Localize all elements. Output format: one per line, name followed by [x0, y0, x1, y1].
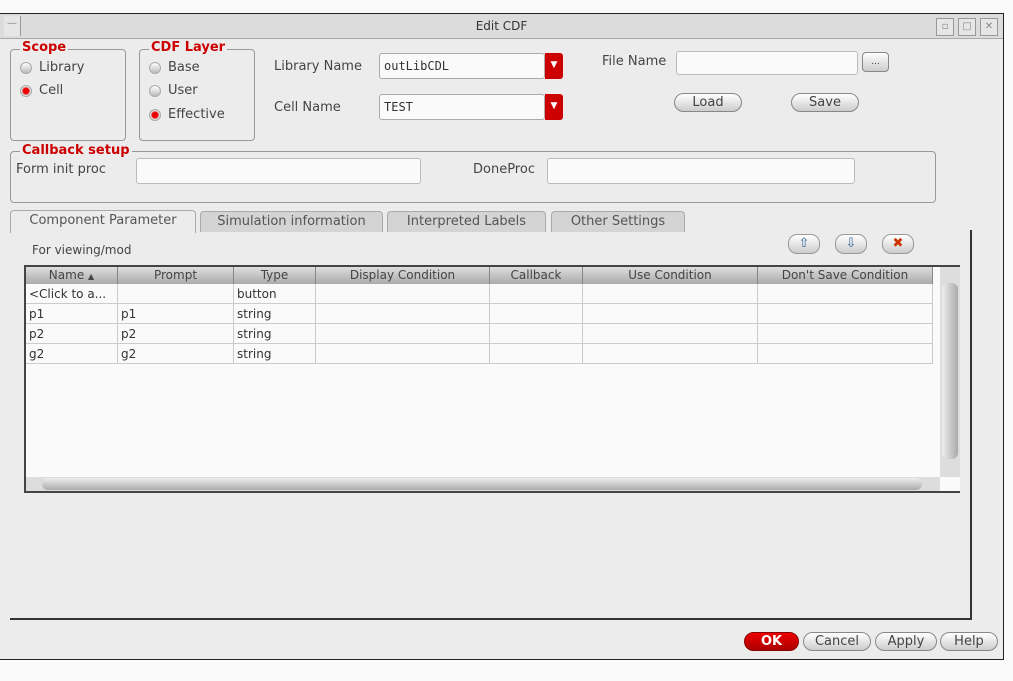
save-button[interactable]: Save [791, 93, 859, 112]
column-header-use-condition[interactable]: Use Condition [583, 267, 758, 284]
table-cell[interactable]: g2 [118, 344, 234, 364]
cancel-button[interactable]: Cancel [803, 632, 871, 651]
panel-hint: For viewing/mod [32, 243, 132, 257]
column-header-prompt[interactable]: Prompt [118, 267, 234, 284]
tab-other-settings[interactable]: Other Settings [551, 211, 685, 232]
table-cell[interactable]: p1 [26, 304, 118, 324]
load-button[interactable]: Load [674, 93, 742, 112]
vertical-scrollbar[interactable] [940, 267, 960, 477]
table-cell[interactable]: button [234, 284, 316, 304]
scope-label: Scope [20, 40, 69, 55]
callback-setup-label: Callback setup [20, 143, 132, 158]
help-button[interactable]: Help [940, 632, 998, 651]
arrow-down-icon: ⇩ [845, 236, 857, 251]
library-name-combo[interactable]: outLibCDL [379, 53, 545, 79]
file-name-label: File Name [602, 54, 667, 69]
column-name-label: Name [48, 268, 85, 282]
layer-user-radio[interactable] [149, 85, 161, 97]
table-cell[interactable] [316, 304, 490, 324]
library-dropdown-chevron-icon[interactable]: ▼ [545, 53, 563, 79]
scope-library-radio[interactable] [20, 62, 32, 74]
scope-cell-radio[interactable] [20, 85, 32, 97]
table-cell[interactable] [316, 324, 490, 344]
tab-simulation-information[interactable]: Simulation information [200, 211, 383, 232]
vertical-scroll-thumb[interactable] [942, 283, 958, 459]
sort-ascending-icon: ▲ [88, 272, 95, 281]
table-cell[interactable]: string [234, 304, 316, 324]
layer-base-label: Base [168, 60, 200, 75]
cdf-layer-label: CDF Layer [149, 40, 228, 55]
column-header-callback[interactable]: Callback [490, 267, 583, 284]
maximize-icon[interactable]: □ [958, 18, 976, 36]
form-init-proc-label: Form init proc [16, 162, 106, 177]
table-cell[interactable] [583, 304, 758, 324]
apply-button[interactable]: Apply [875, 632, 937, 651]
column-header-dont-save-condition[interactable]: Don't Save Condition [758, 267, 933, 284]
done-proc-input[interactable] [547, 158, 855, 184]
table-cell[interactable]: string [234, 344, 316, 364]
cell-name-combo[interactable]: TEST [379, 94, 545, 120]
table-cell[interactable] [316, 284, 490, 304]
tab-interpreted-labels[interactable]: Interpreted Labels [387, 211, 546, 232]
table-cell[interactable] [583, 344, 758, 364]
layer-effective-label: Effective [168, 107, 225, 122]
arrow-up-icon: ⇧ [798, 236, 810, 251]
table-cell[interactable] [758, 284, 933, 304]
layer-effective-radio[interactable] [149, 109, 161, 121]
delete-x-icon: ✖ [892, 236, 904, 251]
ok-button[interactable]: OK [744, 632, 799, 651]
browse-button[interactable]: ... [862, 52, 889, 72]
delete-button[interactable]: ✖ [882, 234, 914, 254]
done-proc-label: DoneProc [473, 162, 535, 177]
table-cell[interactable]: g2 [26, 344, 118, 364]
tab-component-parameter[interactable]: Component Parameter [10, 210, 196, 233]
table-cell[interactable] [583, 324, 758, 344]
table-cell[interactable] [490, 284, 583, 304]
layer-base-radio[interactable] [149, 62, 161, 74]
scope-library-label: Library [39, 60, 85, 75]
minimize-icon[interactable]: ▫ [936, 18, 954, 36]
table-cell[interactable] [758, 324, 933, 344]
library-name-label: Library Name [274, 59, 362, 74]
table-cell[interactable]: string [234, 324, 316, 344]
horizontal-scrollbar[interactable] [26, 477, 940, 491]
horizontal-scroll-thumb[interactable] [42, 478, 922, 490]
table-cell[interactable]: p1 [118, 304, 234, 324]
file-name-input[interactable] [676, 51, 858, 75]
table-cell[interactable] [490, 304, 583, 324]
table-cell[interactable] [316, 344, 490, 364]
move-up-button[interactable]: ⇧ [788, 234, 820, 254]
table-cell[interactable] [583, 284, 758, 304]
table-cell[interactable] [758, 304, 933, 324]
table-cell[interactable] [490, 324, 583, 344]
scope-cell-label: Cell [39, 83, 64, 98]
column-header-name[interactable]: Name ▲ [26, 267, 118, 284]
table-cell[interactable]: <Click to a... [26, 284, 118, 304]
window-title: Edit CDF [475, 19, 528, 33]
form-init-proc-input[interactable] [136, 158, 421, 184]
table-cell[interactable] [758, 344, 933, 364]
column-header-display-condition[interactable]: Display Condition [316, 267, 490, 284]
layer-user-label: User [168, 83, 198, 98]
table-cell[interactable]: p2 [26, 324, 118, 344]
cell-name-label: Cell Name [274, 100, 341, 115]
parameter-table: Name ▲ Prompt Type Display Condition Cal… [24, 265, 960, 493]
column-header-type[interactable]: Type [234, 267, 316, 284]
table-cell[interactable] [118, 284, 234, 304]
move-down-button[interactable]: ⇩ [835, 234, 867, 254]
close-icon[interactable]: ✕ [980, 18, 998, 36]
table-cell[interactable]: p2 [118, 324, 234, 344]
cell-dropdown-chevron-icon[interactable]: ▼ [545, 94, 563, 120]
table-cell[interactable] [490, 344, 583, 364]
